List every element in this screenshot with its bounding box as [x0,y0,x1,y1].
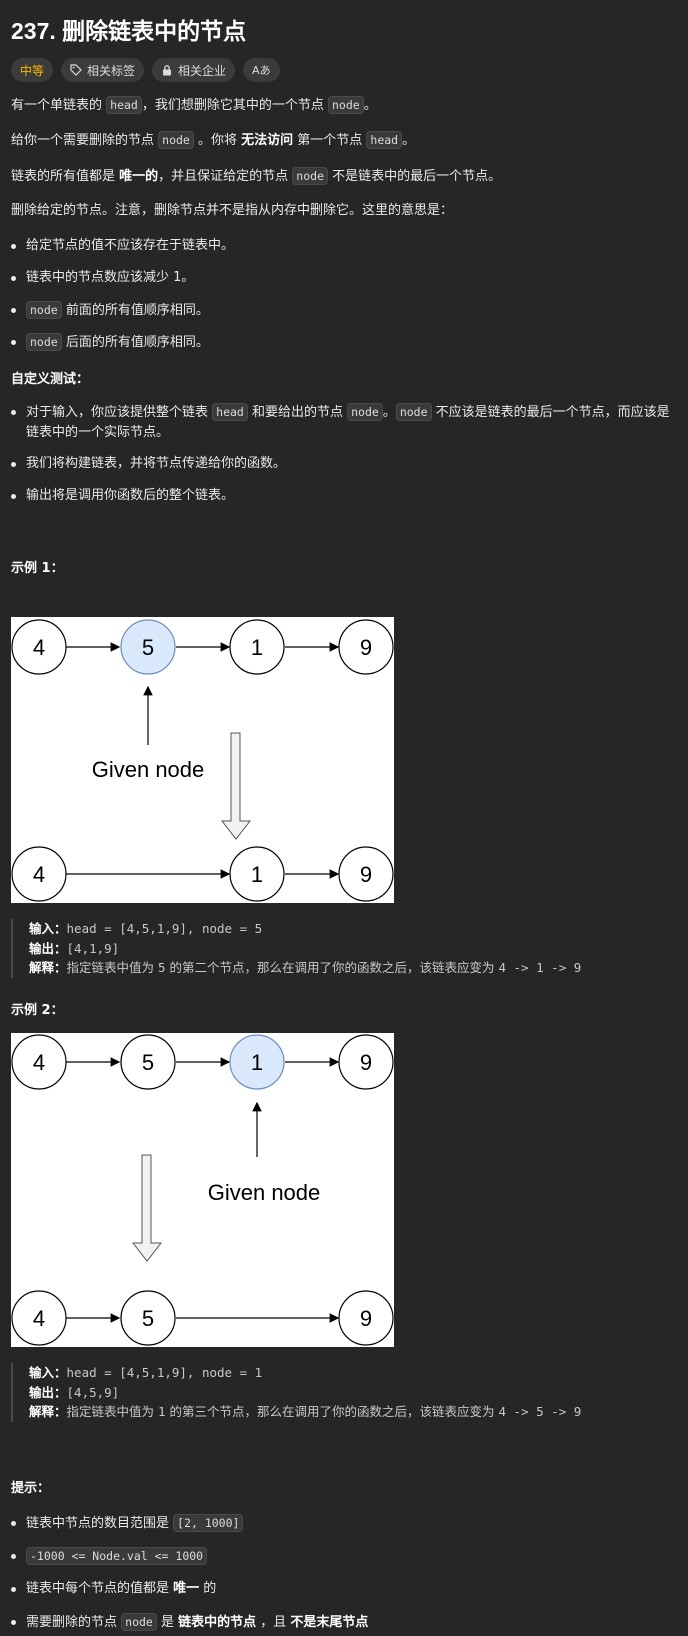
inline-code: head [106,96,142,114]
given-node-label: Given node [92,757,205,782]
tag-bar: 中等 相关标签 相关企业 Aあ [11,58,678,82]
node-value: 1 [251,862,263,887]
page-title: 237. 删除链表中的节点 [11,18,247,44]
node-value: 1 [251,1050,263,1075]
example2-figure: 4 5 1 9 4 5 9 Given node [11,1033,394,1347]
inline-code: [2, 1000] [173,1514,244,1532]
node-value: 9 [360,635,372,660]
inline-code: node [26,333,62,351]
inline-code: node [158,131,194,149]
list-item: 给定节点的值不应该存在于链表中。 [11,236,678,256]
list-item: 我们将构建链表，并将节点传递给你的函数。 [11,454,678,474]
list-item: 输出将是调用你函数后的整个链表。 [11,486,678,506]
related-companies-button[interactable]: 相关企业 [152,58,236,82]
example2-diagram: 4 5 1 9 4 5 9 Given node [11,1034,394,1346]
inline-code: node [121,1613,157,1631]
node-value: 1 [251,635,263,660]
node-value: 4 [33,635,45,660]
list-item: 链表中每个节点的值都是 唯一 的 [11,1579,678,1599]
inline-code: -1000 <= Node.val <= 1000 [26,1547,208,1565]
example1-diagram: 4 5 1 9 4 1 9 Given node [11,619,394,902]
related-tags-label: 相关标签 [87,63,136,78]
list-item: 链表中节点的数目范围是 [2, 1000] [11,1513,678,1534]
list-item: -1000 <= Node.val <= 1000 [11,1546,678,1567]
example1-figure: 4 5 1 9 4 1 9 Given node [11,617,394,903]
example1-heading: 示例 1： [11,561,64,576]
list-item: node 前面的所有值顺序相同。 [11,300,678,321]
node-value: 5 [142,1050,154,1075]
node-value: 4 [33,862,45,887]
node-value: 4 [33,1050,45,1075]
list-item: 链表中的节点数应该减少 1。 [11,268,678,288]
inline-code: node [395,403,432,421]
list-item: 对于输入，你应该提供整个链表 head 和要给出的节点 node。 node 不应… [11,402,676,443]
example1-io: 输入：head = [4,5,1,9], node = 5 输出：[4,1,9]… [11,919,688,978]
node-value: 5 [142,1306,154,1331]
inline-code: node [327,96,364,114]
node-value: 9 [360,1306,372,1331]
example2-io: 输入：head = [4,5,1,9], node = 1 输出：[4,5,9]… [11,1363,688,1422]
inline-code: node [347,403,383,421]
lock-icon [163,65,172,76]
example2-heading: 示例 2： [11,1003,64,1018]
translate-button[interactable]: Aあ [243,58,280,82]
desc-p2: 给你一个需要删除的节点 node 。你将 无法访问 第一个节点 head。 [11,131,416,149]
tag-icon [70,64,82,76]
node-value: 9 [360,862,372,887]
down-arrow-icon [220,732,252,840]
inline-code: head [212,403,248,421]
desc-p1: 有一个单链表的 head ，我们想删除它其中的一个节点 node。 [11,96,377,114]
node-value: 9 [360,1050,372,1075]
related-companies-label: 相关企业 [178,63,227,78]
inline-code: head [366,131,403,149]
given-node-label: Given node [208,1180,321,1205]
down-arrow-icon [131,1154,163,1262]
difficulty-badge[interactable]: 中等 [11,58,54,82]
translate-icon: Aあ [252,64,271,77]
related-tags-button[interactable]: 相关标签 [61,58,145,82]
list-item: node 后面的所有值顺序相同。 [11,332,678,353]
inline-code: node [26,301,62,319]
desc-p3: 链表的所有值都是 唯一的，并且保证给定的节点 node 不是链表中的最后一个节点… [11,167,502,185]
custom-test-heading: 自定义测试： [11,372,90,387]
node-value: 5 [142,635,154,660]
list-item: 需要删除的节点 node 是 链表中的节点 ，且 不是末尾节点 [11,1612,678,1633]
desc-p4: 删除给定的节点。注意，删除节点并不是指从内存中删除它。这里的意思是： [11,203,454,218]
node-value: 4 [33,1306,45,1331]
inline-code: node [292,167,328,185]
hints-heading: 提示： [11,1481,51,1496]
